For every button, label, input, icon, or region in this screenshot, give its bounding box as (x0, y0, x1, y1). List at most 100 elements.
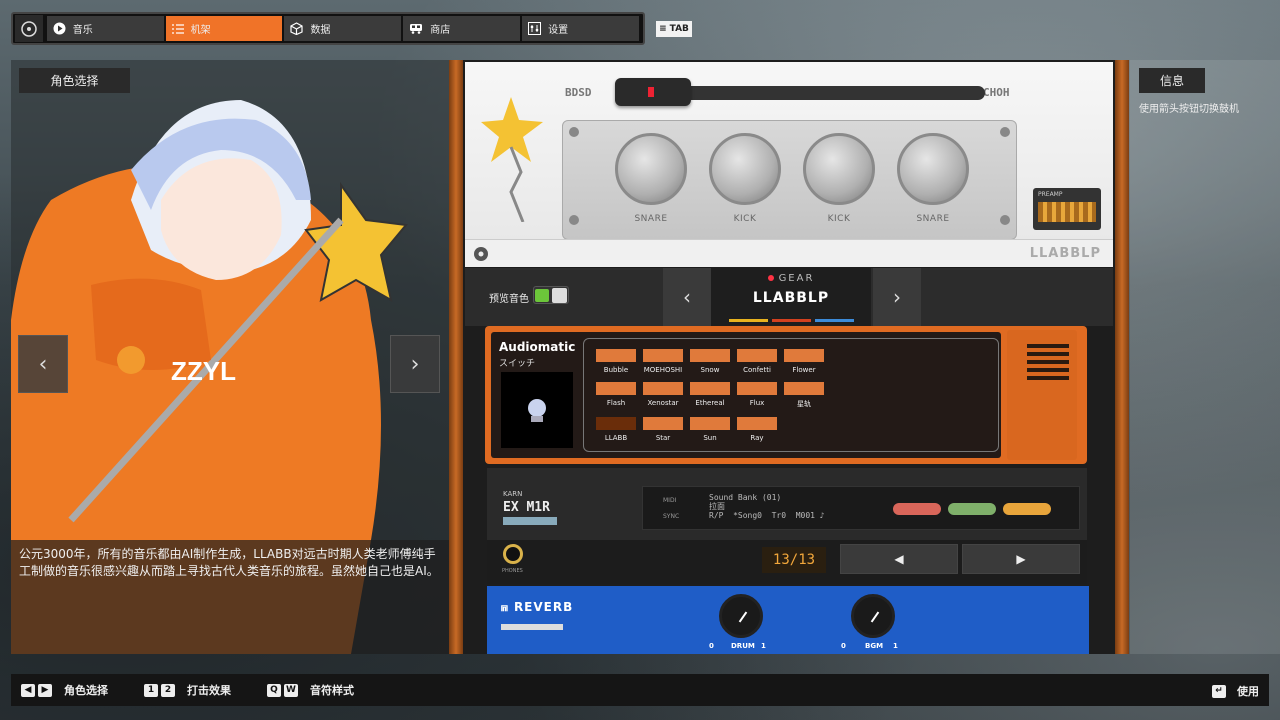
next-character-button[interactable]: › (390, 335, 440, 393)
effect-button-xinggui[interactable]: 星轨 (784, 382, 824, 409)
effect-label: MOEHOSHI (643, 366, 683, 374)
preview-sound-label: 预览音色 (489, 294, 529, 305)
tab-key-label: TAB (669, 24, 689, 34)
prev-gear-button[interactable]: ‹ (663, 268, 711, 326)
effect-label: 星轨 (797, 400, 811, 408)
tab-key-hint: ≡ TAB (656, 21, 692, 37)
effect-button-flux[interactable]: Flux (737, 382, 777, 409)
use-button[interactable]: ↵ 使用 (1212, 683, 1259, 699)
bottom-hint-bar: ◀ ▶ 角色选择 1 2 打击效果 Q W 音符样式 ↵ 使用 (11, 674, 1269, 706)
key-q: Q (267, 683, 281, 697)
tab-music[interactable]: 音乐 (46, 16, 164, 41)
effect-button-flash[interactable]: Flash (596, 382, 636, 409)
next-gear-button[interactable]: › (873, 268, 921, 326)
knob-pointer (738, 611, 748, 623)
logo-button[interactable] (15, 15, 43, 42)
knob-label: DRUM (731, 642, 755, 650)
tab-settings[interactable]: 设置 (522, 16, 640, 41)
drum-footer: LLABBLP (465, 239, 1113, 267)
info-title: 信息 (1139, 68, 1205, 93)
top-nav: 音乐 机架 数据 商店 设置 (11, 12, 645, 45)
gear-color-yellow (729, 319, 768, 322)
drum-volume-knob[interactable] (719, 594, 763, 638)
karn-brand: KARN (503, 490, 523, 498)
effect-button-moehoshi[interactable]: MOEHOSHI (643, 349, 683, 374)
effect-label: Xenostar (647, 399, 679, 407)
key-w: W (284, 683, 298, 697)
effect-button-ethereal[interactable]: Ethereal (690, 382, 730, 409)
effect-button-flower[interactable]: Flower (784, 349, 824, 374)
disc-icon (474, 247, 488, 261)
phones-label: PHONES (502, 568, 523, 574)
preamp-meter (1038, 202, 1096, 222)
pad-label: KICK (827, 214, 851, 224)
tab-data[interactable]: 数据 (284, 16, 402, 41)
slider-left-label: BDSD (565, 86, 592, 99)
crossfader-handle[interactable] (615, 78, 691, 106)
karn-sequencer: KARN EX M1R MIDI SYNC Sound Bank (01) 拉面… (487, 468, 1087, 584)
drum-pad-kick-left[interactable] (709, 133, 781, 205)
effect-label: Ethereal (695, 399, 725, 407)
pad-label: KICK (733, 214, 757, 224)
key-2: 2 (161, 683, 175, 697)
chevron-right-icon: › (410, 351, 420, 377)
drum-pad-plate: SNARE KICK KICK SNARE (562, 120, 1017, 240)
key-right-icon: ▶ (38, 683, 52, 697)
shrimp-tempura-icon (1003, 503, 1051, 515)
effect-button-bubble[interactable]: Bubble (596, 349, 636, 374)
effect-button-confetti[interactable]: Confetti (737, 349, 777, 374)
effect-button-snow[interactable]: Snow (690, 349, 730, 374)
hint-label: 角色选择 (64, 684, 108, 697)
screw-icon (1000, 215, 1010, 225)
reverb-bar (501, 624, 563, 630)
audiomatic-title: Audiomatic (499, 340, 576, 354)
preview-sound-toggle[interactable] (533, 286, 569, 304)
slider-right-label: CHOH (983, 86, 1010, 99)
sync-indicator: SYNC (663, 513, 680, 520)
effect-button-ray[interactable]: Ray (737, 417, 777, 442)
screw-icon (569, 215, 579, 225)
effect-label: Flux (749, 399, 765, 407)
lcd-line: Sound Bank (01) (709, 493, 782, 502)
bgm-volume-knob[interactable] (851, 594, 895, 638)
effect-label: Flower (792, 366, 816, 374)
reverb-unit: ⩎ REVERB 0 DRUM 1 0 BGM 1 (487, 586, 1089, 654)
drum-pad-snare-left[interactable] (615, 133, 687, 205)
knob-min: 0 (709, 642, 714, 650)
prev-track-button[interactable]: ◀ (840, 544, 958, 574)
key-left-icon: ◀ (21, 683, 35, 697)
gear-color-red (772, 319, 811, 322)
gear-display: GEAR LLABBLP (711, 268, 871, 326)
toggle-on-indicator (535, 289, 549, 302)
tab-label: 商店 (430, 25, 451, 36)
chevron-left-icon: ‹ (683, 285, 691, 309)
effect-button-star[interactable]: Star (643, 417, 683, 442)
tab-rack[interactable]: 机架 (165, 16, 283, 41)
triangle-left-icon: ◀ (894, 552, 904, 566)
lcd-line: R/P *Song0 Tr0 M001 ♪ (709, 511, 825, 520)
drum-pad-snare-right[interactable] (897, 133, 969, 205)
effect-button-sun[interactable]: Sun (690, 417, 730, 442)
tab-shop[interactable]: 商店 (403, 16, 521, 41)
effect-button-llabb[interactable]: LLABB (596, 417, 636, 442)
knob-pointer (870, 611, 880, 623)
drum-machine-panel: BDSD CHOH SNARE KICK KICK SNARE PREAMP L… (465, 62, 1113, 267)
drum-pad-kick-right[interactable] (803, 133, 875, 205)
rack-rail-right (1115, 60, 1129, 654)
enter-key-icon: ↵ (1212, 684, 1226, 698)
effect-label: Flash (606, 399, 626, 407)
knob-label: BGM (865, 642, 884, 650)
next-track-button[interactable]: ▶ (962, 544, 1080, 574)
flower-logo-icon (21, 20, 37, 37)
prev-character-button[interactable]: ‹ (18, 335, 68, 393)
lcd-line: 拉面 (709, 502, 725, 511)
character-panel: ZZYL 角色选择 ‹ › 公元3000年，所有的音乐都由AI制作生成，LLAB… (11, 60, 449, 654)
bus-icon (410, 24, 423, 34)
drum-machine-name: LLABBLP (1029, 246, 1101, 261)
effect-label: Confetti (743, 366, 771, 374)
hint-label: 音符样式 (310, 684, 354, 697)
info-hint: 使用箭头按钮切换鼓机 (1139, 104, 1239, 115)
vegetable-icon (948, 503, 996, 515)
audiomatic-screen: Audiomatic スイッチ Bubble MOEHOSHI Snow Con… (491, 332, 1001, 458)
effect-button-xenostar[interactable]: Xenostar (643, 382, 683, 409)
